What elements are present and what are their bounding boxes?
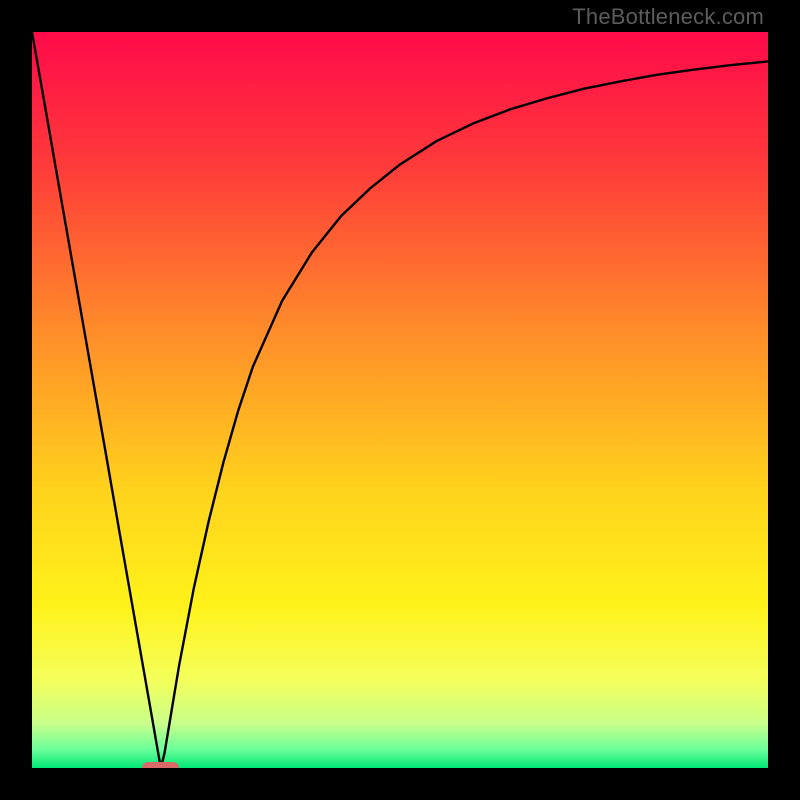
optimal-marker (142, 762, 179, 768)
chart-frame: TheBottleneck.com (0, 0, 800, 800)
bottleneck-curve (32, 32, 768, 768)
watermark-text: TheBottleneck.com (572, 4, 764, 30)
plot-area (32, 32, 768, 768)
